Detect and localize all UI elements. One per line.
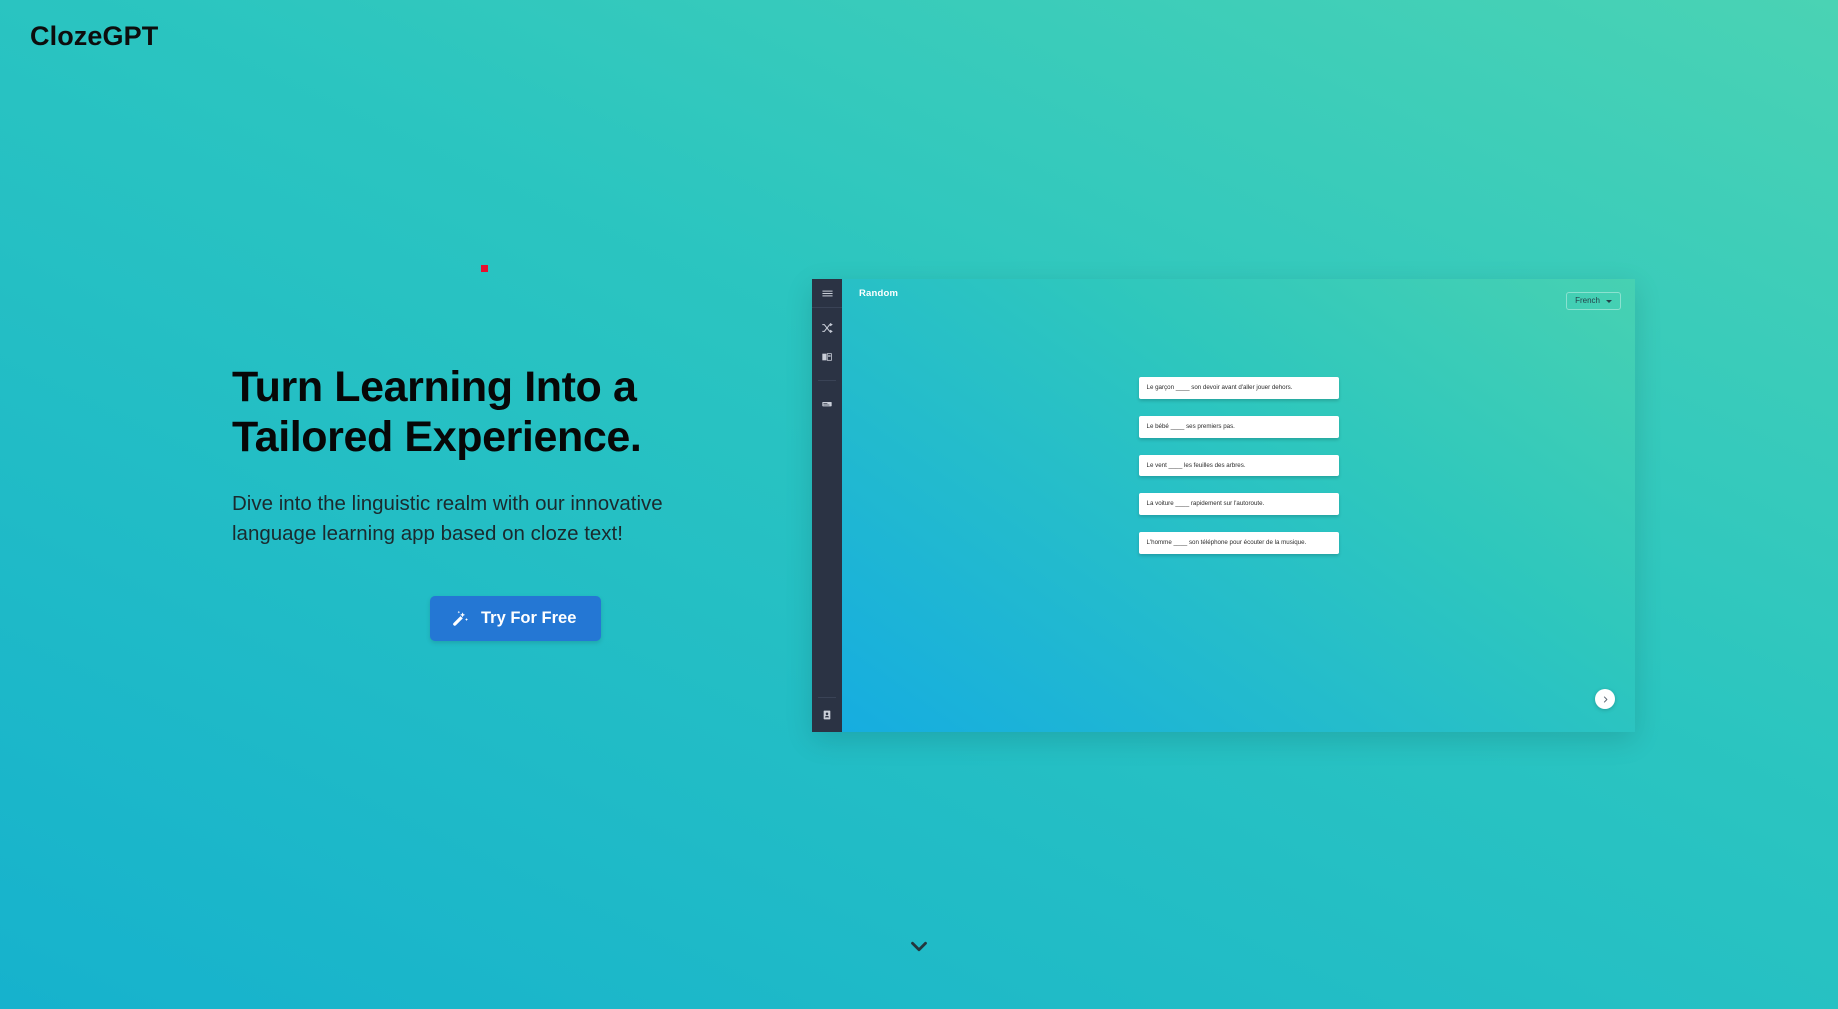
cloze-card[interactable]: Le vent ____ les feuilles des arbres.: [1138, 454, 1339, 477]
cloze-card-list: Le garçon ____ son devoir avant d'aller …: [1138, 377, 1339, 554]
hero-subtitle: Dive into the linguistic realm with our …: [232, 489, 732, 550]
cloze-card[interactable]: Le bébé ____ ses premiers pas.: [1138, 415, 1339, 438]
cloze-card[interactable]: La voiture ____ rapidement sur l'autorou…: [1138, 493, 1339, 515]
mockup-topbar: Random: [842, 279, 1635, 308]
decorative-red-square: [481, 265, 488, 272]
hero-title-line-2: Tailored Experience.: [232, 413, 642, 462]
chevron-down-icon: [906, 933, 932, 964]
shuffle-icon[interactable]: [818, 319, 836, 337]
app-preview-mockup: Random French Le garçon ____ son devoir …: [812, 279, 1635, 732]
magic-wand-icon: [451, 609, 470, 628]
language-select[interactable]: French: [1566, 292, 1621, 310]
page-title: Turn Learning Into a Tailored Experience…: [232, 362, 752, 463]
try-for-free-label: Try For Free: [481, 609, 577, 628]
chevron-right-icon: [1601, 692, 1610, 707]
language-select-value: French: [1575, 296, 1600, 305]
hero-section: Turn Learning Into a Tailored Experience…: [232, 362, 752, 549]
hero-subtitle-line-1: Dive into the linguistic realm with our …: [232, 491, 663, 515]
brand-logo[interactable]: ClozeGPT: [30, 20, 158, 52]
hero-title-line-1: Turn Learning Into a: [232, 363, 637, 411]
book-open-icon[interactable]: [818, 348, 836, 366]
sidebar-items: [812, 319, 842, 413]
mockup-main-panel: Random French Le garçon ____ son devoir …: [842, 279, 1635, 732]
next-button[interactable]: [1595, 689, 1615, 709]
scroll-down-button[interactable]: [904, 933, 934, 963]
hero-subtitle-line-2: language learning app based on cloze tex…: [232, 521, 623, 545]
cloze-card[interactable]: Le garçon ____ son devoir avant d'aller …: [1138, 377, 1339, 399]
account-card-icon[interactable]: [818, 706, 836, 724]
cloze-card[interactable]: L'homme ____ son téléphone pour écouter …: [1138, 532, 1339, 554]
flashcard-icon[interactable]: [818, 395, 836, 413]
mockup-sidebar: [812, 279, 842, 732]
mockup-title: Random: [859, 288, 899, 299]
cta-container: Try For Free: [430, 596, 602, 641]
landing-page: ClozeGPT Turn Learning Into a Tailored E…: [0, 0, 1838, 1009]
sidebar-divider-bottom: [818, 697, 836, 698]
sidebar-divider: [818, 380, 836, 381]
sidebar-bottom: [812, 697, 842, 724]
hamburger-menu-icon: [818, 284, 836, 302]
try-for-free-button[interactable]: Try For Free: [430, 596, 602, 641]
chevron-down-icon: [1606, 299, 1612, 303]
sidebar-menu-toggle[interactable]: [812, 279, 842, 308]
